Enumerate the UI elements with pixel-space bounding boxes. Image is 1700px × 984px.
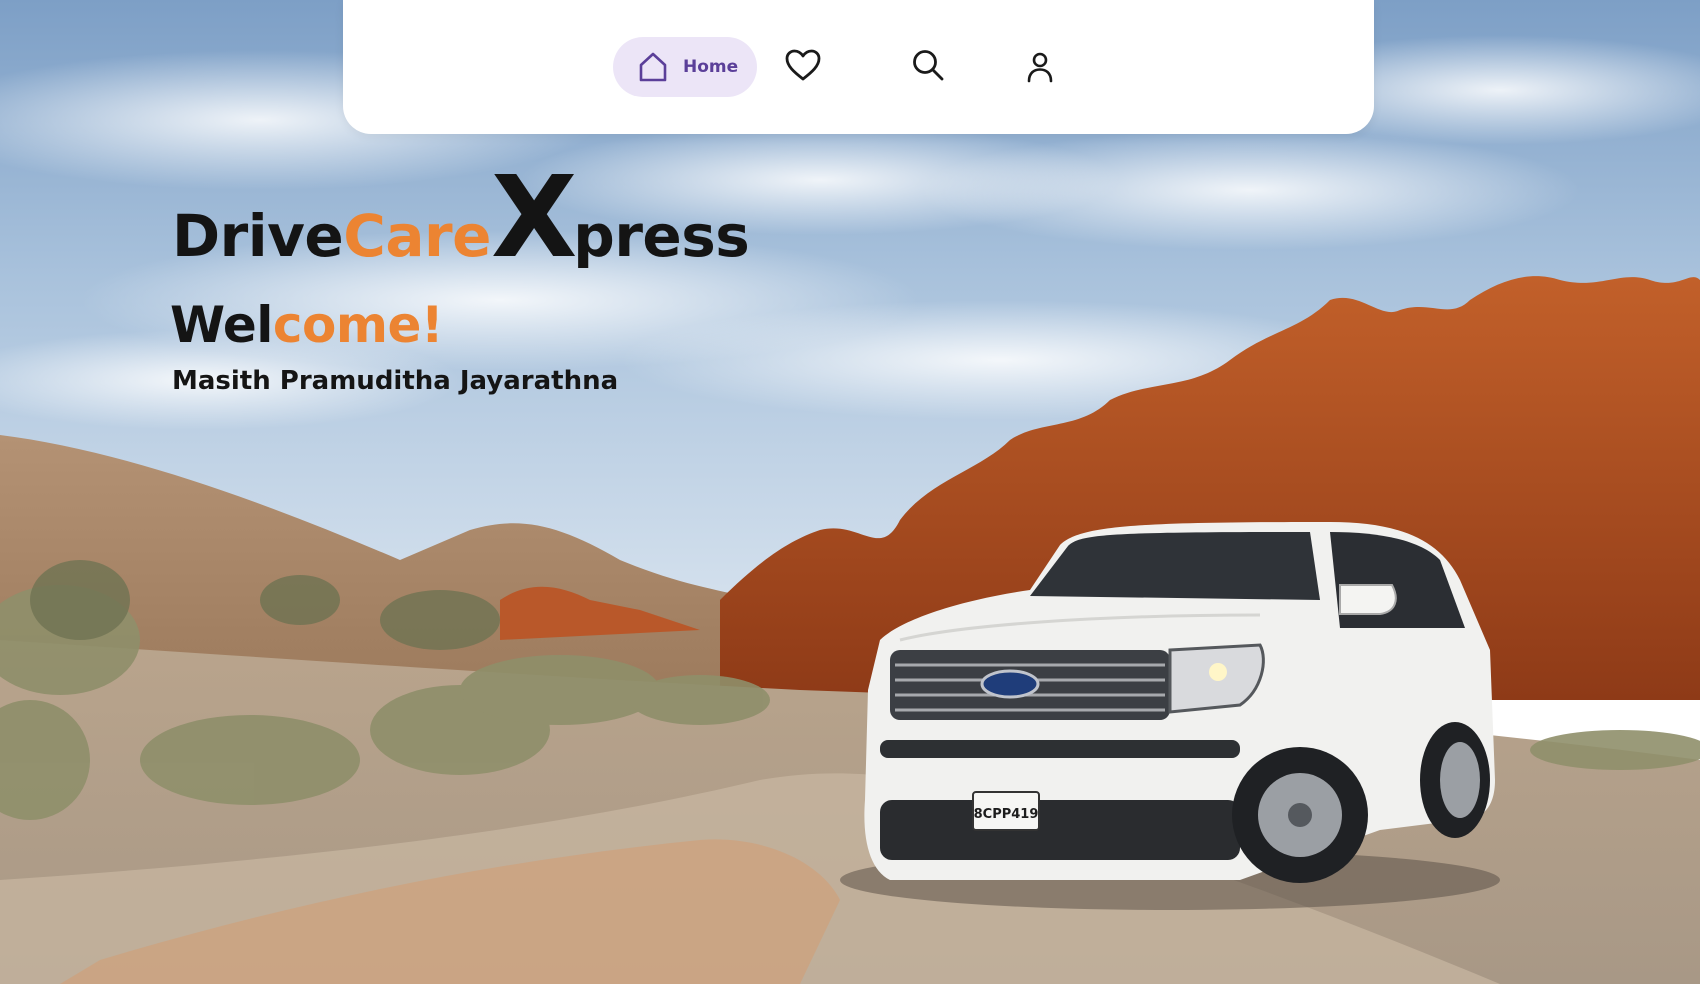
search-icon <box>913 50 944 81</box>
brand-press: press <box>573 202 750 270</box>
hero-background-image: 8CPP419 <box>0 0 1700 984</box>
user-name: Masith Pramuditha Jayarathna <box>172 366 619 396</box>
welcome-text-part1: Wel <box>170 296 273 354</box>
nav-search-button[interactable] <box>911 48 945 82</box>
heart-icon <box>785 49 821 81</box>
brand-x: X <box>490 153 577 283</box>
brand-care: Care <box>343 202 491 270</box>
home-icon <box>639 52 667 82</box>
nav-favorites-button[interactable] <box>784 48 822 82</box>
welcome-heading: Welcome! <box>170 296 444 354</box>
nav-home-button[interactable]: Home <box>613 37 757 97</box>
nav-profile-button[interactable] <box>1026 51 1054 83</box>
license-plate: 8CPP419 <box>974 807 1039 822</box>
brand-drive: Drive <box>172 202 344 270</box>
welcome-text-part2: come! <box>272 296 444 354</box>
nav-home-label: Home <box>683 57 739 77</box>
top-navbar: Home <box>343 0 1374 134</box>
user-icon <box>1027 52 1053 83</box>
brand-logo: DriveCareXpress <box>172 162 750 274</box>
